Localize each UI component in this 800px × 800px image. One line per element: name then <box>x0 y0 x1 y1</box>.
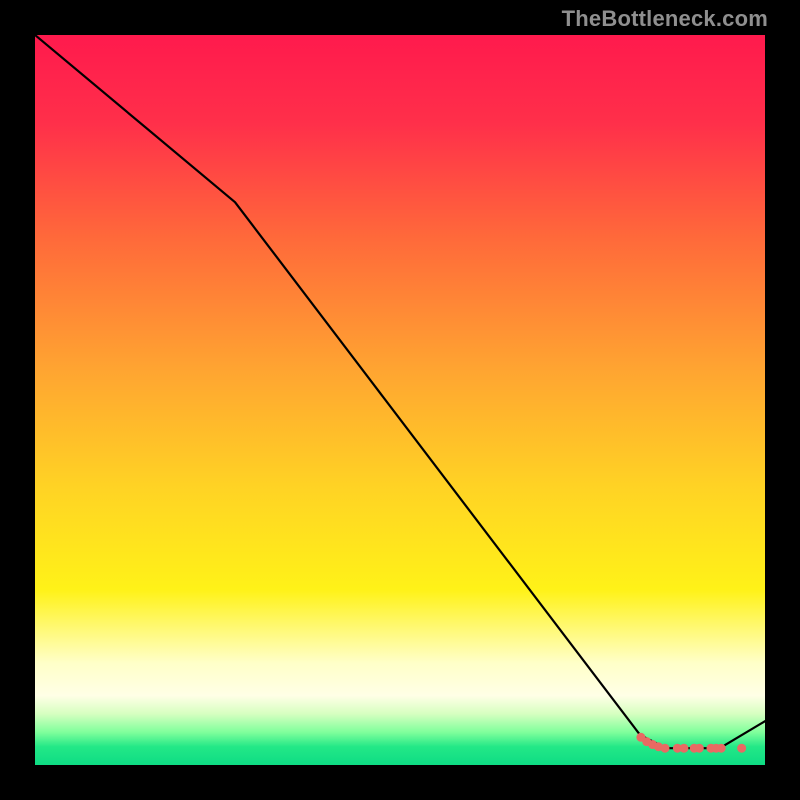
chart-svg <box>35 35 765 765</box>
marker-dot <box>737 744 746 753</box>
chart-frame: TheBottleneck.com <box>0 0 800 800</box>
watermark-text: TheBottleneck.com <box>562 6 768 32</box>
plot-area <box>35 35 765 765</box>
marker-dot <box>679 744 688 753</box>
marker-dot <box>660 744 669 753</box>
background-rect <box>35 35 765 765</box>
marker-dot <box>717 744 726 753</box>
marker-dot <box>695 744 704 753</box>
